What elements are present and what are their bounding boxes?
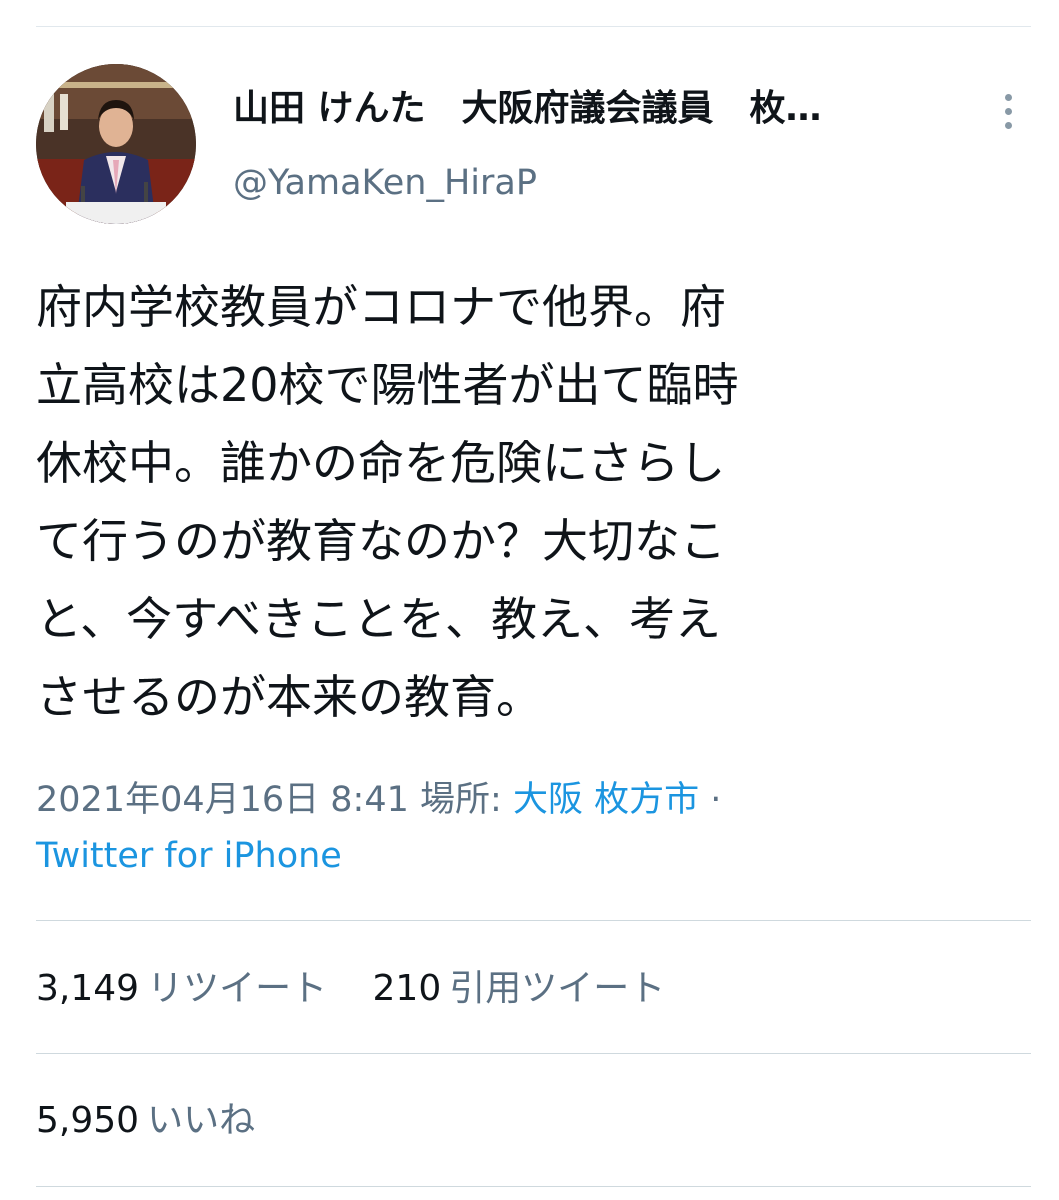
top-divider	[36, 26, 1031, 27]
location-label: 場所:	[420, 780, 502, 820]
more-vertical-icon	[1004, 107, 1012, 115]
likes-stat[interactable]: 5,950 いいね	[36, 1096, 255, 1146]
meta-separator: ·	[710, 780, 722, 820]
source-link[interactable]: Twitter for iPhone	[36, 836, 342, 876]
quote-tweets-label: 引用ツイート	[449, 968, 666, 1009]
tweet-text: 府内学校教員がコロナで他界。府 立高校は20校で陽性者が出て臨時 休校中。誰かの…	[36, 280, 739, 724]
divider	[36, 920, 1031, 921]
more-vertical-icon	[1004, 121, 1012, 129]
more-options-button[interactable]	[990, 88, 1026, 134]
tweet-metadata: 2021年04月16日 8:41 場所: 大阪 枚方市 · Twitter fo…	[36, 772, 1026, 884]
author-display-name[interactable]: 山田 けんた 大阪府議会議員 枚…	[233, 84, 953, 134]
quote-tweets-count: 210	[372, 968, 442, 1009]
retweets-count: 3,149	[36, 968, 140, 1009]
author-avatar[interactable]	[36, 64, 196, 224]
likes-label: いいね	[147, 1100, 256, 1141]
retweets-label: リツイート	[147, 968, 328, 1009]
divider	[36, 1186, 1031, 1187]
avatar-photo	[36, 64, 196, 224]
likes-row: 5,950 いいね	[36, 1096, 289, 1146]
likes-count: 5,950	[36, 1100, 140, 1141]
quote-tweets-stat[interactable]: 210 引用ツイート	[373, 964, 666, 1014]
tweet-timestamp[interactable]: 2021年04月16日 8:41	[36, 780, 409, 820]
location-link[interactable]: 大阪 枚方市	[513, 780, 699, 820]
author-handle[interactable]: @YamaKen_HiraP	[233, 160, 537, 206]
retweets-stat[interactable]: 3,149 リツイート	[36, 964, 327, 1014]
engagement-stats: 3,149 リツイート 210 引用ツイート	[36, 964, 699, 1014]
divider	[36, 1053, 1031, 1054]
more-vertical-icon	[1004, 93, 1012, 101]
